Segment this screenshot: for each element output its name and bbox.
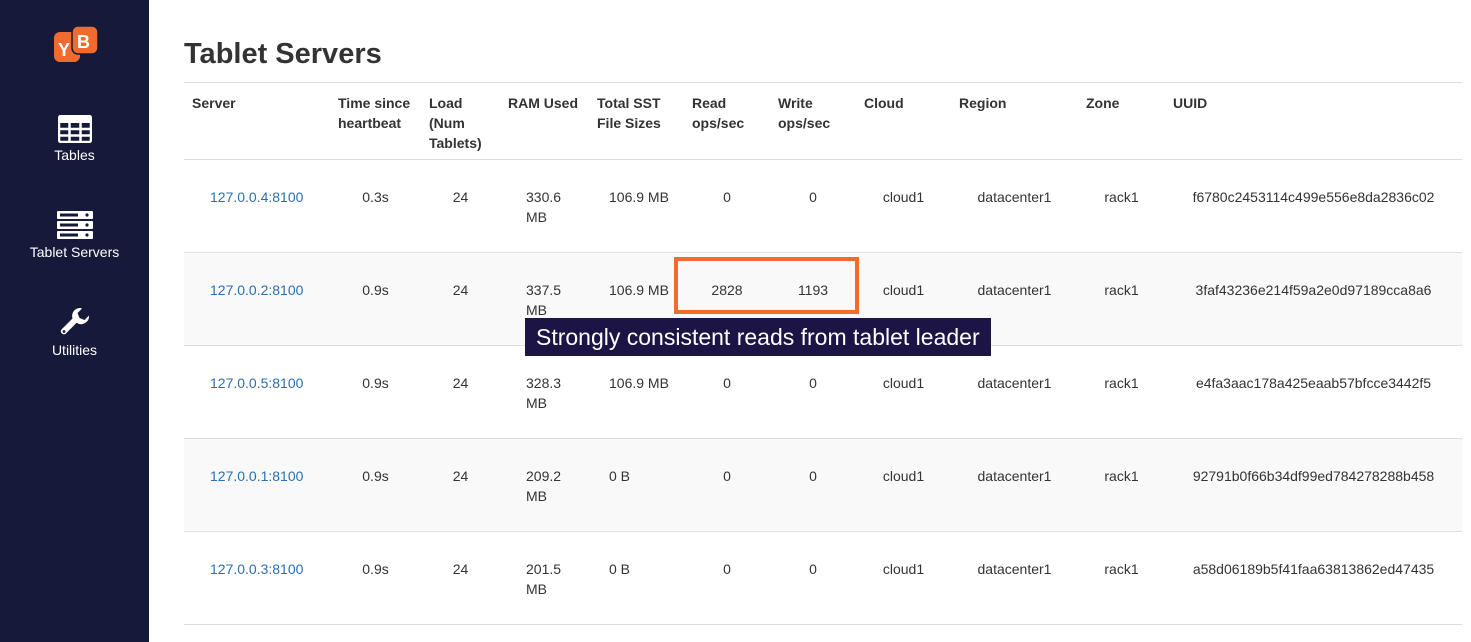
- sst-cell: 106.9 MB: [589, 159, 684, 253]
- cloud-cell: cloud1: [856, 345, 951, 439]
- svg-text:B: B: [77, 32, 90, 52]
- column-header-ram[interactable]: RAM Used: [500, 82, 589, 160]
- ram-cell: 201.5 MB: [500, 531, 589, 625]
- sst-cell: 0 B: [589, 438, 684, 532]
- column-header-uuid[interactable]: UUID: [1165, 82, 1462, 160]
- sst-cell: 106.9 MB: [589, 345, 684, 439]
- page-title: Tablet Servers: [184, 38, 382, 70]
- zone-cell: rack1: [1078, 345, 1165, 439]
- table-row: 127.0.0.3:8100 0.9s 24 201.5 MB 0 B 0 0 …: [184, 531, 1462, 625]
- server-link[interactable]: 127.0.0.1:8100: [210, 468, 303, 484]
- load-cell: 24: [421, 438, 500, 532]
- uuid-cell: 92791b0f66b34df99ed784278288b458: [1165, 438, 1462, 532]
- yugabyte-logo[interactable]: Y B: [54, 25, 99, 64]
- column-header-sst[interactable]: Total SST File Sizes: [589, 82, 684, 160]
- load-cell: 24: [421, 345, 500, 439]
- column-header-load[interactable]: Load (Num Tablets): [421, 82, 500, 160]
- server-link[interactable]: 127.0.0.5:8100: [210, 375, 303, 391]
- table-header-row: Server Time since heartbeat Load (Num Ta…: [184, 82, 1462, 160]
- table-row: 127.0.0.5:8100 0.9s 24 328.3 MB 106.9 MB…: [184, 345, 1462, 439]
- column-header-read[interactable]: Read ops/sec: [684, 82, 770, 160]
- region-cell: datacenter1: [951, 159, 1078, 253]
- table-row: 127.0.0.4:8100 0.3s 24 330.6 MB 106.9 MB…: [184, 159, 1462, 253]
- annotation-tooltip: Strongly consistent reads from tablet le…: [525, 318, 991, 356]
- load-cell: 24: [421, 531, 500, 625]
- zone-cell: rack1: [1078, 438, 1165, 532]
- heartbeat-cell: 0.9s: [330, 438, 421, 532]
- uuid-cell: e4fa3aac178a425eaab57bfcce3442f5: [1165, 345, 1462, 439]
- column-header-server[interactable]: Server: [184, 82, 330, 160]
- uuid-cell: 3faf43236e214f59a2e0d97189cca8a6: [1165, 252, 1462, 346]
- region-cell: datacenter1: [951, 345, 1078, 439]
- sidebar-item-label: Tables: [54, 147, 95, 163]
- sidebar-item-tablet-servers[interactable]: Tablet Servers: [0, 210, 149, 260]
- write-ops-cell: 0: [770, 438, 856, 532]
- sidebar: Y B Tables Tablet Servers Utilities: [0, 0, 149, 642]
- server-link[interactable]: 127.0.0.2:8100: [210, 282, 303, 298]
- sst-cell: 0 B: [589, 531, 684, 625]
- region-cell: datacenter1: [951, 531, 1078, 625]
- cloud-cell: cloud1: [856, 438, 951, 532]
- zone-cell: rack1: [1078, 531, 1165, 625]
- column-header-write[interactable]: Write ops/sec: [770, 82, 856, 160]
- column-header-region[interactable]: Region: [951, 82, 1078, 160]
- load-cell: 24: [421, 252, 500, 346]
- uuid-cell: a58d06189b5f41faa63813862ed47435: [1165, 531, 1462, 625]
- table-row: 127.0.0.1:8100 0.9s 24 209.2 MB 0 B 0 0 …: [184, 438, 1462, 532]
- uuid-cell: f6780c2453114c499e556e8da2836c02: [1165, 159, 1462, 253]
- ram-cell: 209.2 MB: [500, 438, 589, 532]
- load-cell: 24: [421, 159, 500, 253]
- read-ops-cell: 0: [684, 159, 770, 253]
- zone-cell: rack1: [1078, 159, 1165, 253]
- cloud-cell: cloud1: [856, 531, 951, 625]
- sidebar-item-label: Utilities: [51, 342, 98, 358]
- app-window: Y B Tables Tablet Servers Utilities Tabl…: [0, 0, 1471, 642]
- heartbeat-cell: 0.9s: [330, 531, 421, 625]
- read-ops-cell: 0: [684, 345, 770, 439]
- wrench-icon: [60, 308, 89, 335]
- column-header-heartbeat[interactable]: Time since heartbeat: [330, 82, 421, 160]
- write-ops-cell: 0: [770, 159, 856, 253]
- write-ops-cell: 0: [770, 345, 856, 439]
- sidebar-item-utilities[interactable]: Utilities: [0, 306, 149, 358]
- write-ops-cell: 0: [770, 531, 856, 625]
- read-ops-cell: 0: [684, 531, 770, 625]
- sidebar-item-label: Tablet Servers: [29, 244, 120, 260]
- zone-cell: rack1: [1078, 252, 1165, 346]
- server-stack-icon: [56, 211, 93, 239]
- cloud-cell: cloud1: [856, 159, 951, 253]
- column-header-cloud[interactable]: Cloud: [856, 82, 951, 160]
- table-grid-icon: [57, 115, 92, 143]
- ram-cell: 330.6 MB: [500, 159, 589, 253]
- read-ops-cell: 0: [684, 438, 770, 532]
- server-link[interactable]: 127.0.0.3:8100: [210, 561, 303, 577]
- server-link[interactable]: 127.0.0.4:8100: [210, 189, 303, 205]
- heartbeat-cell: 0.9s: [330, 252, 421, 346]
- ram-cell: 328.3 MB: [500, 345, 589, 439]
- column-header-zone[interactable]: Zone: [1078, 82, 1165, 160]
- region-cell: datacenter1: [951, 438, 1078, 532]
- heartbeat-cell: 0.3s: [330, 159, 421, 253]
- svg-text:Y: Y: [58, 40, 70, 60]
- sidebar-item-tables[interactable]: Tables: [0, 115, 149, 163]
- heartbeat-cell: 0.9s: [330, 345, 421, 439]
